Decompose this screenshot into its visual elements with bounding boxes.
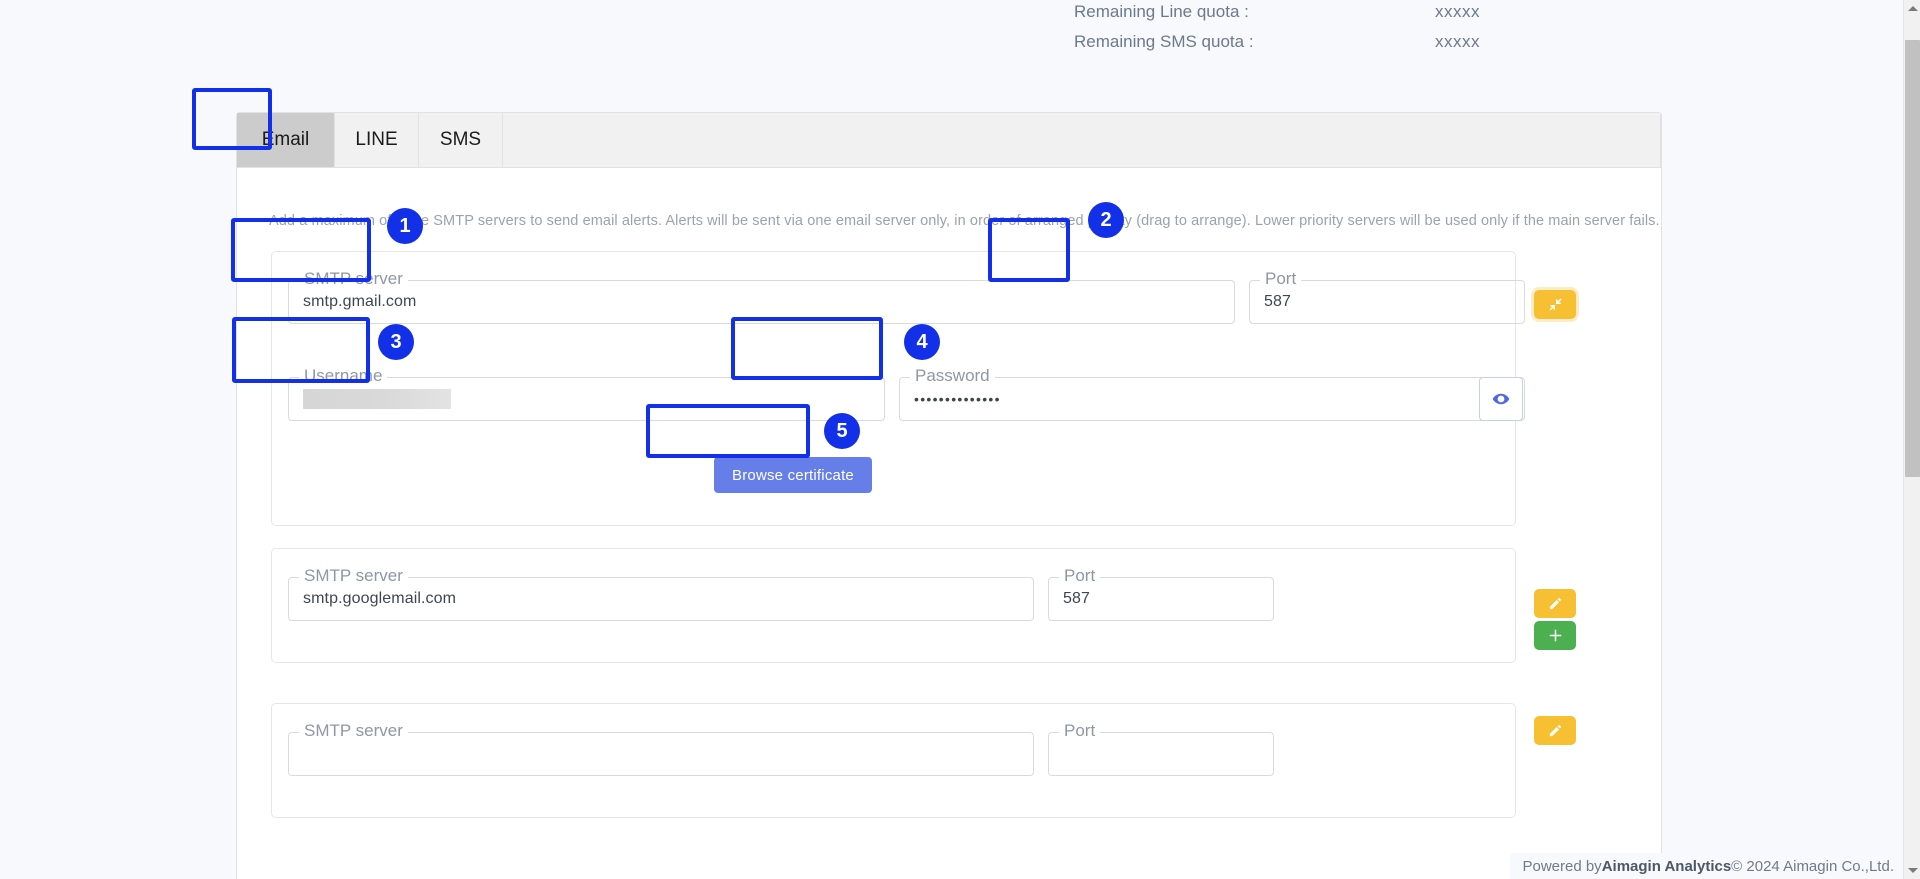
quota-summary: Remaining Line quota : xxxxx Remaining S…: [0, 0, 1745, 62]
email-settings-panel: Add a maximum of three SMTP servers to s…: [236, 168, 1662, 879]
smtp-server-field-3[interactable]: SMTP server: [288, 721, 1034, 776]
annotation-badge-2: 2: [1088, 202, 1124, 238]
tab-strip-filler: [503, 113, 1661, 167]
username-field-1[interactable]: Username: [288, 366, 885, 421]
alert-channel-tabs: Email LINE SMS: [236, 112, 1662, 168]
scrollbar-thumb[interactable]: [1905, 40, 1920, 477]
edit-server-card-2-button[interactable]: [1534, 589, 1576, 618]
add-server-button[interactable]: [1534, 621, 1576, 650]
smtp-server-card-2: SMTP server smtp.googlemail.com Port 587: [271, 548, 1516, 663]
toggle-password-visibility-button[interactable]: [1479, 377, 1523, 421]
scroll-down-button[interactable]: [1904, 862, 1920, 879]
port-field-2[interactable]: Port 587: [1048, 566, 1274, 621]
username-value-1: [303, 377, 451, 421]
tab-sms[interactable]: SMS: [419, 113, 503, 167]
annotation-badge-5: 5: [824, 413, 860, 449]
annotation-badge-1: 1: [387, 208, 423, 244]
chevron-down-icon: [1907, 868, 1918, 873]
footer-suffix: © 2024 Aimagin Co.,Ltd.: [1731, 857, 1894, 875]
redacted-username: [303, 389, 451, 409]
annotation-badge-4: 4: [904, 324, 940, 360]
browse-certificate-button[interactable]: Browse certificate: [714, 457, 872, 493]
collapse-server-card-1-button[interactable]: [1534, 290, 1576, 319]
pencil-icon: [1549, 597, 1561, 610]
vertical-scrollbar[interactable]: [1903, 0, 1920, 879]
quota-value-line: xxxxx: [1435, 2, 1480, 21]
quota-label-line: Remaining Line quota :: [1074, 2, 1249, 21]
chevron-up-icon: [1907, 6, 1918, 11]
port-value-2: 587: [1063, 590, 1090, 607]
port-label-3: Port: [1059, 721, 1101, 741]
password-field-1[interactable]: Password ••••••••••••••: [899, 366, 1525, 421]
page-root: Remaining Line quota : xxxxx Remaining S…: [0, 0, 1920, 879]
collapse-arrows-icon: [1548, 298, 1562, 311]
tab-email[interactable]: Email: [237, 113, 335, 167]
smtp-server-field-2[interactable]: SMTP server smtp.googlemail.com: [288, 566, 1034, 621]
footer-credit: Powered by Aimagin Analytics © 2024 Aima…: [1510, 853, 1894, 879]
edit-server-card-3-button[interactable]: [1534, 716, 1576, 745]
smtp-server-label-3: SMTP server: [299, 721, 408, 741]
smtp-server-field-1[interactable]: SMTP server smtp.gmail.com: [288, 269, 1235, 324]
footer-prefix: Powered by: [1522, 857, 1602, 875]
password-value-1: ••••••••••••••: [914, 391, 1001, 407]
port-field-3[interactable]: Port: [1048, 721, 1274, 776]
panel-description: Add a maximum of three SMTP servers to s…: [269, 213, 1660, 229]
tab-line[interactable]: LINE: [335, 113, 419, 167]
scroll-up-button[interactable]: [1904, 0, 1920, 17]
quota-row-line: Remaining Line quota : xxxxx: [0, 2, 1745, 32]
annotation-badge-3: 3: [378, 324, 414, 360]
smtp-server-value-2: smtp.googlemail.com: [303, 590, 457, 607]
plus-icon: [1549, 629, 1561, 642]
smtp-server-card-1: SMTP server smtp.gmail.com Port 587 User…: [271, 251, 1525, 526]
quota-value-sms: xxxxx: [1435, 32, 1480, 51]
port-field-1[interactable]: Port 587: [1249, 269, 1525, 324]
pencil-icon: [1549, 724, 1561, 737]
footer-brand: Aimagin Analytics: [1601, 857, 1732, 875]
quota-row-sms: Remaining SMS quota : xxxxx: [0, 32, 1745, 62]
quota-label-sms: Remaining SMS quota :: [1074, 32, 1254, 51]
port-value-1: 587: [1264, 293, 1291, 310]
smtp-server-card-3: SMTP server Port: [271, 703, 1516, 818]
eye-icon: [1492, 393, 1510, 405]
field-outline: [288, 280, 1235, 324]
smtp-server-value-1: smtp.gmail.com: [303, 293, 417, 310]
